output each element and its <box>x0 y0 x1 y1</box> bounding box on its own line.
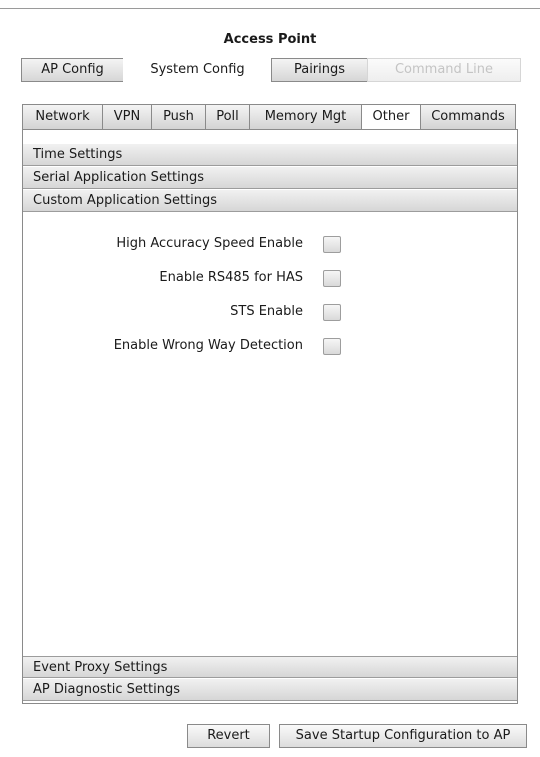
sts-enable-checkbox[interactable] <box>323 304 341 321</box>
window-top-border <box>0 8 540 9</box>
settings-panel: Time Settings Serial Application Setting… <box>22 129 518 704</box>
tab-network[interactable]: Network <box>22 104 103 130</box>
wrong-way-detection-checkbox[interactable] <box>323 338 341 355</box>
top-tab-bar: AP Config System Config Pairings Command… <box>21 58 521 82</box>
section-event-proxy-settings[interactable]: Event Proxy Settings <box>23 656 517 678</box>
tab-commands[interactable]: Commands <box>420 104 516 130</box>
revert-button[interactable]: Revert <box>187 724 270 748</box>
tab-command-line: Command Line <box>367 58 521 82</box>
tab-ap-config[interactable]: AP Config <box>21 58 124 82</box>
option-high-accuracy-speed: High Accuracy Speed Enable <box>23 233 517 255</box>
option-label: STS Enable <box>230 304 303 319</box>
option-wrong-way-detection: Enable Wrong Way Detection <box>23 335 517 357</box>
tab-memory-mgt[interactable]: Memory Mgt <box>249 104 362 130</box>
section-ap-diagnostic-settings[interactable]: AP Diagnostic Settings <box>23 679 517 701</box>
rs485-has-checkbox[interactable] <box>323 270 341 287</box>
tab-other[interactable]: Other <box>361 104 421 130</box>
tab-pairings[interactable]: Pairings <box>271 58 368 82</box>
tab-system-config[interactable]: System Config <box>123 58 272 82</box>
tab-vpn[interactable]: VPN <box>102 104 152 130</box>
option-label: Enable RS485 for HAS <box>159 270 303 285</box>
option-rs485-has: Enable RS485 for HAS <box>23 267 517 289</box>
page-title: Access Point <box>223 32 317 47</box>
option-sts-enable: STS Enable <box>23 301 517 323</box>
tab-poll[interactable]: Poll <box>205 104 250 130</box>
option-label: High Accuracy Speed Enable <box>116 236 303 251</box>
section-time-settings[interactable]: Time Settings <box>23 144 517 166</box>
option-label: Enable Wrong Way Detection <box>113 338 303 353</box>
tab-push[interactable]: Push <box>151 104 206 130</box>
section-serial-application-settings[interactable]: Serial Application Settings <box>23 167 517 189</box>
high-accuracy-speed-checkbox[interactable] <box>323 236 341 253</box>
section-custom-application-settings[interactable]: Custom Application Settings <box>23 190 517 212</box>
sub-tab-bar: Network VPN Push Poll Memory Mgt Other C… <box>22 104 516 130</box>
save-startup-configuration-button[interactable]: Save Startup Configuration to AP <box>279 724 527 748</box>
